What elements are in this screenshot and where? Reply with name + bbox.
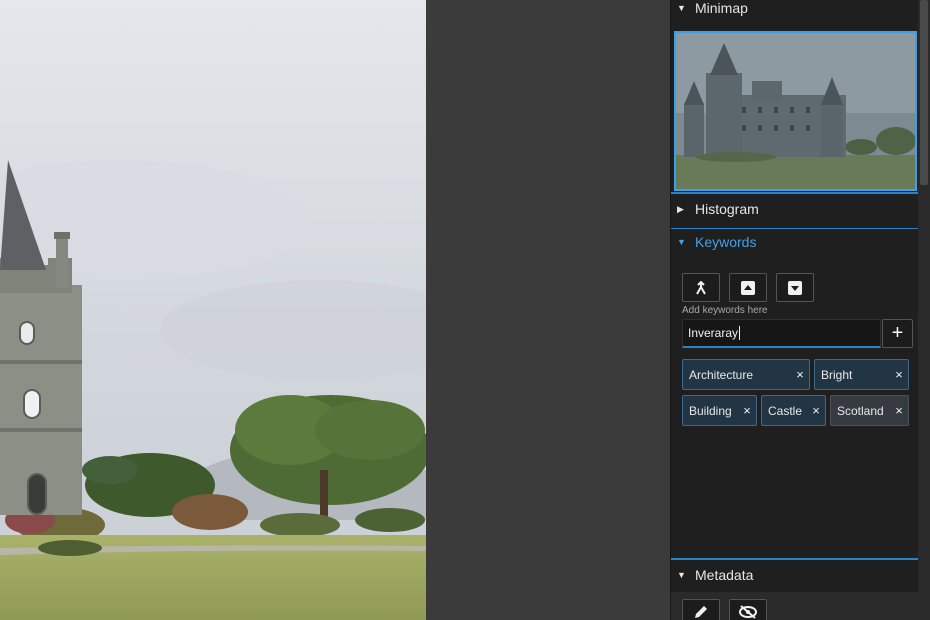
export-icon xyxy=(788,280,802,295)
canvas-background xyxy=(426,0,670,620)
section-header-keywords[interactable]: ▼ Keywords xyxy=(671,227,919,257)
panel-scrollbar[interactable] xyxy=(918,0,930,620)
remove-keyword-icon[interactable]: × xyxy=(890,367,908,382)
section-title-histogram: Histogram xyxy=(695,201,759,217)
keyword-chip-label: Bright xyxy=(821,367,853,382)
caret-down-icon: ▼ xyxy=(677,237,686,247)
section-title-metadata: Metadata xyxy=(695,567,754,583)
section-title-minimap: Minimap xyxy=(695,0,748,16)
metadata-toolbar xyxy=(682,599,767,620)
castle-photo xyxy=(0,0,426,620)
merge-icon xyxy=(696,280,706,294)
inspector-panel: ▼ Minimap ▶ Histogram ▼ Keywords Add key… xyxy=(670,0,919,620)
add-keyword-button[interactable]: + xyxy=(882,319,913,348)
remove-keyword-icon[interactable]: × xyxy=(807,403,825,418)
keyword-chip-label: Building xyxy=(689,403,732,418)
app-window: ▼ Minimap ▶ Histogram ▼ Keywords Add key… xyxy=(0,0,930,620)
text-cursor xyxy=(739,326,741,340)
remove-keyword-icon[interactable]: × xyxy=(890,403,908,418)
scrollbar-thumb[interactable] xyxy=(920,0,928,185)
eye-off-icon xyxy=(739,605,757,619)
keyword-chip-bright[interactable]: Bright × xyxy=(814,359,909,390)
section-header-metadata[interactable]: ▼ Metadata xyxy=(671,560,919,590)
remove-keyword-icon[interactable]: × xyxy=(791,367,809,382)
minimap-viewport[interactable] xyxy=(674,31,917,191)
keyword-chip-label: Architecture xyxy=(689,367,754,382)
keyword-chip-label: Castle xyxy=(768,403,803,418)
toggle-metadata-visibility-button[interactable] xyxy=(729,599,767,620)
keyword-chip-scotland[interactable]: Scotland × xyxy=(830,395,909,426)
section-header-minimap[interactable]: ▼ Minimap xyxy=(671,0,919,23)
caret-right-icon: ▶ xyxy=(677,203,684,214)
keyword-chip-label: Scotland xyxy=(837,403,884,418)
keyword-chip-building[interactable]: Building × xyxy=(682,395,757,426)
minimap-thumbnail xyxy=(676,33,915,189)
edit-metadata-button[interactable] xyxy=(682,599,720,620)
keyword-chip-castle[interactable]: Castle × xyxy=(761,395,826,426)
merge-keywords-button[interactable] xyxy=(682,273,720,302)
section-header-histogram[interactable]: ▶ Histogram xyxy=(671,194,919,224)
photo-viewer[interactable] xyxy=(0,0,426,620)
pencil-icon xyxy=(695,606,707,618)
keyword-input-hint: Add keywords here xyxy=(682,305,768,316)
section-title-keywords: Keywords xyxy=(695,234,757,250)
caret-down-icon: ▼ xyxy=(677,570,686,580)
caret-down-icon: ▼ xyxy=(677,3,686,13)
remove-keyword-icon[interactable]: × xyxy=(738,403,756,418)
keyword-input-value: Inveraray xyxy=(688,326,739,340)
import-icon xyxy=(741,280,755,295)
keyword-input[interactable]: Inveraray xyxy=(682,319,881,348)
keyword-toolbar xyxy=(682,273,814,302)
import-keywords-button[interactable] xyxy=(729,273,767,302)
export-keywords-button[interactable] xyxy=(776,273,814,302)
keyword-chip-architecture[interactable]: Architecture × xyxy=(682,359,810,390)
